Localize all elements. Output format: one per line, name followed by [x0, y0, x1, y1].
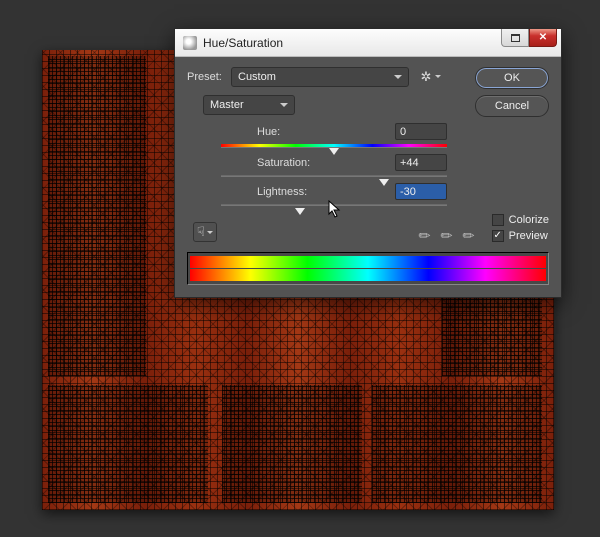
ok-button[interactable]: OK	[475, 67, 549, 89]
hue-value-input[interactable]: 0	[395, 123, 447, 140]
saturation-slider-track[interactable]	[221, 175, 447, 177]
hue-saturation-dialog: Hue/Saturation ✕ OK Cancel Preset: Custo…	[174, 28, 562, 298]
cancel-button[interactable]: Cancel	[475, 95, 549, 117]
saturation-value-input[interactable]: +44	[395, 154, 447, 171]
preset-menu-button[interactable]: ✲	[419, 70, 433, 84]
spectrum-bottom	[190, 269, 546, 281]
preset-select[interactable]: Custom	[231, 67, 409, 87]
targeted-adjust-button[interactable]: ☟	[193, 222, 217, 242]
channel-select[interactable]: Master	[203, 95, 295, 115]
colorize-label: Colorize	[509, 214, 549, 226]
hue-slider-thumb[interactable]	[329, 148, 339, 160]
colorize-checkbox-box	[492, 214, 504, 226]
eyedropper-subtract-icon[interactable]: ✎	[458, 223, 481, 246]
preset-value: Custom	[238, 71, 276, 83]
dialog-titlebar[interactable]: Hue/Saturation ✕	[175, 29, 561, 57]
app-icon	[183, 36, 197, 50]
maximize-button[interactable]	[501, 29, 529, 47]
hue-slider-track[interactable]	[221, 144, 447, 148]
spectrum-top	[190, 256, 546, 268]
hue-label: Hue:	[257, 126, 280, 138]
preview-checkbox[interactable]: ✓ Preview	[492, 230, 549, 242]
preview-checkbox-box: ✓	[492, 230, 504, 242]
preview-label: Preview	[509, 230, 548, 242]
close-button[interactable]: ✕	[529, 29, 557, 47]
saturation-slider-thumb[interactable]	[379, 179, 389, 191]
colorize-checkbox[interactable]: Colorize	[492, 214, 549, 226]
lightness-label: Lightness:	[257, 186, 307, 198]
lightness-slider-track[interactable]	[221, 204, 447, 206]
lightness-value-input[interactable]: -30	[395, 183, 447, 200]
eyedropper-add-icon[interactable]: ✎	[436, 223, 459, 246]
dialog-title: Hue/Saturation	[203, 36, 283, 50]
saturation-label: Saturation:	[257, 157, 310, 169]
lightness-slider-thumb[interactable]	[295, 208, 305, 220]
preset-label: Preset:	[187, 71, 231, 83]
color-range-strip[interactable]	[187, 252, 549, 285]
eyedropper-icon[interactable]: ✎	[414, 223, 437, 246]
channel-value: Master	[210, 99, 244, 111]
